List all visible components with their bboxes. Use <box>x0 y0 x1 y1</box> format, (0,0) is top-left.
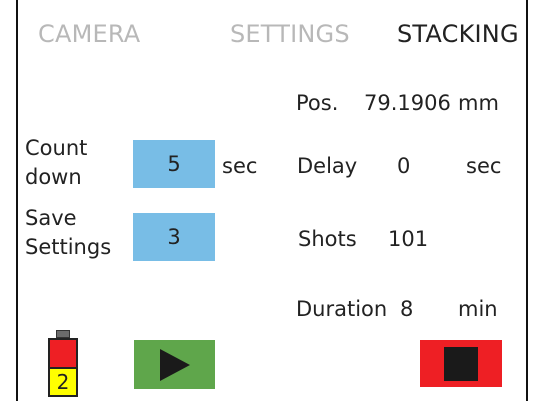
countdown-unit: sec <box>222 154 258 178</box>
stop-button[interactable] <box>420 340 502 387</box>
screen-border-right <box>526 0 528 401</box>
stacking-screen: CAMERA SETTINGS STACKING Pos. 79.1906 mm… <box>0 0 533 401</box>
stop-icon <box>444 346 478 381</box>
screen-border-left <box>16 0 18 401</box>
battery-red-segment <box>48 338 78 367</box>
save-settings-label-line2: Settings <box>25 235 112 259</box>
shots-value: 101 <box>388 227 429 251</box>
delay-value: 0 <box>397 154 411 178</box>
battery-terminal <box>56 330 70 338</box>
position-unit: mm <box>458 91 499 115</box>
tab-settings[interactable]: SETTINGS <box>230 18 350 50</box>
duration-unit: min <box>458 297 498 321</box>
battery-level: 2 <box>48 367 78 397</box>
delay-unit: sec <box>466 154 502 178</box>
countdown-label-line2: down <box>25 165 82 189</box>
shots-label: Shots <box>298 227 357 251</box>
save-settings-value-button[interactable]: 3 <box>133 213 215 261</box>
tab-camera[interactable]: CAMERA <box>38 18 140 50</box>
delay-label: Delay <box>297 154 358 178</box>
play-button[interactable] <box>134 340 215 389</box>
tab-stacking[interactable]: STACKING <box>397 18 519 50</box>
position-value: 79.1906 <box>364 91 451 115</box>
play-icon <box>159 348 190 381</box>
countdown-label-line1: Count <box>25 136 88 160</box>
position-label: Pos. <box>296 91 339 115</box>
duration-value: 8 <box>400 297 414 321</box>
save-settings-label-line1: Save <box>25 206 77 230</box>
duration-label: Duration <box>296 297 388 321</box>
countdown-value-button[interactable]: 5 <box>133 140 215 188</box>
battery-icon: 2 <box>44 330 78 400</box>
